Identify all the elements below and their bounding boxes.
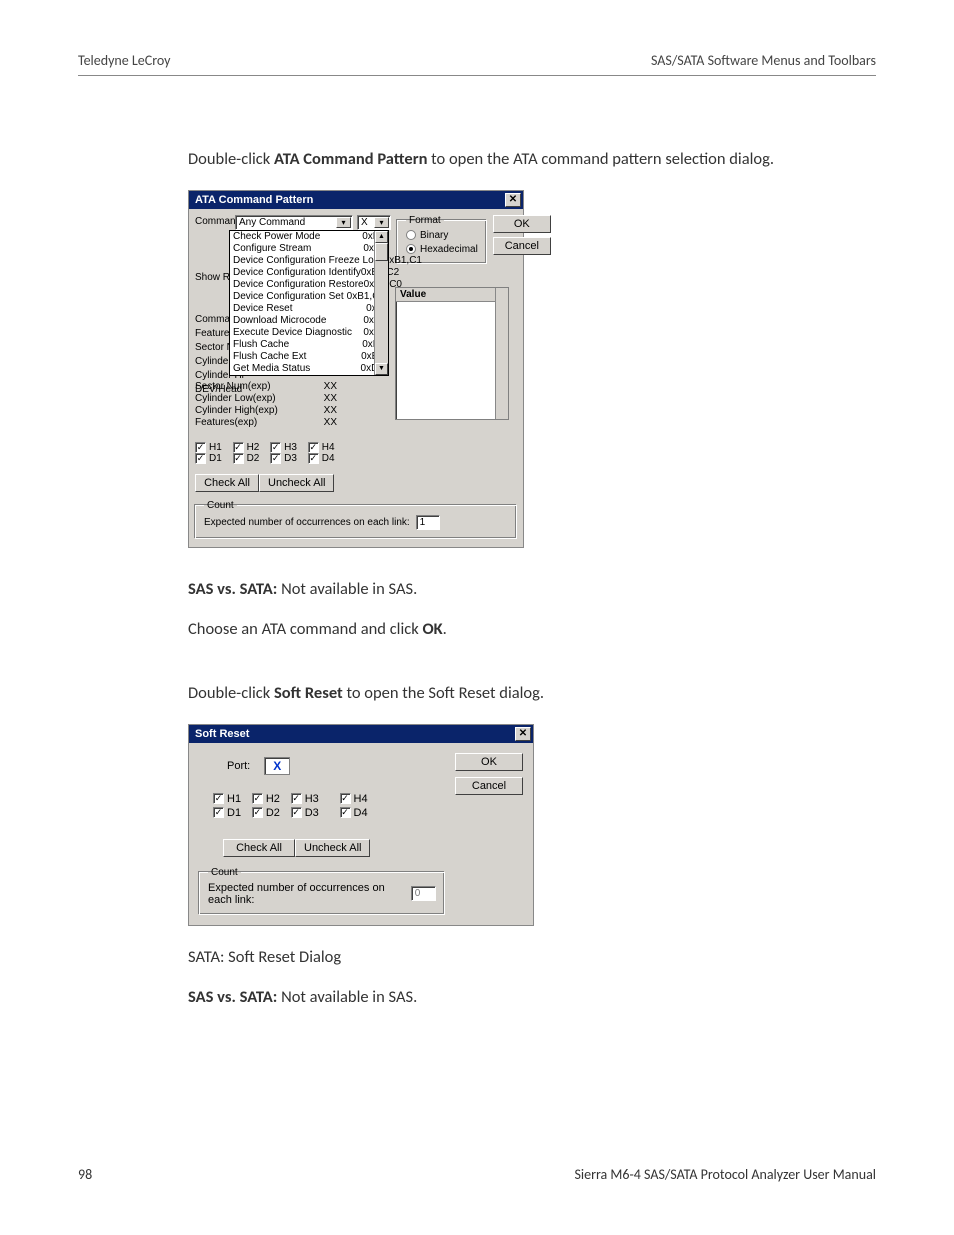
- text: Double-click: [188, 683, 274, 703]
- checkbox-h1[interactable]: ✓H1: [195, 442, 222, 453]
- format-binary-radio[interactable]: Binary: [406, 230, 448, 241]
- check-all-button[interactable]: Check All: [195, 474, 259, 492]
- count-input[interactable]: 0: [411, 886, 436, 901]
- count-label: Expected number of occurrences on each l…: [208, 882, 403, 906]
- dialog-title: Soft Reset: [195, 728, 249, 740]
- sas-note-2: SAS vs. SATA: Not available in SAS.: [188, 986, 876, 1010]
- count-input[interactable]: 1: [416, 515, 440, 530]
- value-header: Value: [396, 288, 508, 302]
- choose-paragraph: Choose an ATA command and click OK.: [188, 618, 876, 642]
- text-bold: SAS vs. SATA:: [188, 579, 277, 599]
- ata-port-checkboxes: ✓H1 ✓H2 ✓H3 ✓H4 ✓D1 ✓D2 ✓D3 ✓D4: [195, 442, 517, 464]
- command-code-combo[interactable]: X: [357, 215, 391, 230]
- text: to open the ATA command pattern selectio…: [427, 149, 774, 169]
- count-legend: Count: [204, 500, 237, 511]
- dialog-titlebar[interactable]: Soft Reset ✕: [189, 725, 533, 743]
- header-left: Teledyne LeCroy: [78, 52, 171, 69]
- checkbox-h1[interactable]: ✓H1: [213, 793, 241, 805]
- soft-intro-paragraph: Double-click Soft Reset to open the Soft…: [188, 682, 876, 706]
- checkbox-d4[interactable]: ✓D4: [340, 807, 368, 819]
- page-number: 98: [78, 1166, 92, 1183]
- checkbox-h2[interactable]: ✓H2: [252, 793, 280, 805]
- dialog-titlebar[interactable]: ATA Command Pattern ✕: [189, 191, 523, 209]
- text: Choose an ATA command and click: [188, 619, 422, 639]
- text-bold: Soft Reset: [274, 683, 343, 703]
- page-content: Double-click ATA Command Pattern to open…: [78, 148, 876, 1010]
- count-label: Expected number of occurrences on each l…: [204, 517, 410, 528]
- text: .: [443, 619, 447, 639]
- ok-button[interactable]: OK: [493, 215, 551, 233]
- text: Double-click: [188, 149, 274, 169]
- check-all-button[interactable]: Check All: [223, 839, 295, 857]
- soft-caption: SATA: Soft Reset Dialog: [188, 946, 876, 970]
- text: Not available in SAS.: [277, 579, 417, 599]
- checkbox-d2[interactable]: ✓D2: [252, 807, 280, 819]
- checkbox-d3[interactable]: ✓D3: [291, 807, 319, 819]
- format-hex-radio[interactable]: Hexadecimal: [406, 244, 478, 255]
- command-value: Any Command: [239, 217, 305, 228]
- dialog-title: ATA Command Pattern: [195, 194, 313, 206]
- page-header: Teledyne LeCroy SAS/SATA Software Menus …: [78, 52, 876, 76]
- uncheck-all-button[interactable]: Uncheck All: [259, 474, 334, 492]
- checkbox-h4[interactable]: ✓H4: [340, 793, 368, 805]
- checkbox-h3[interactable]: ✓H3: [270, 442, 297, 453]
- command-dropdown-list[interactable]: Check Power Mode0xE5 Configure Stream0x5…: [229, 230, 389, 376]
- checkbox-h2[interactable]: ✓H2: [233, 442, 260, 453]
- intro-paragraph: Double-click ATA Command Pattern to open…: [188, 148, 876, 172]
- text-bold: OK: [422, 619, 442, 639]
- checkbox-d1[interactable]: ✓D1: [195, 453, 222, 464]
- close-icon[interactable]: ✕: [515, 727, 531, 741]
- soft-port-checkboxes: ✓H1 ✓H2 ✓H3 ✓H4 ✓D1 ✓D2 ✓D3 ✓D4: [199, 785, 445, 831]
- format-legend: Format: [406, 215, 444, 226]
- value-scrollbar[interactable]: [495, 288, 508, 419]
- ata-command-pattern-dialog: ATA Command Pattern ✕ Command: Show R Co…: [188, 190, 524, 548]
- text: Not available in SAS.: [277, 987, 417, 1007]
- checkbox-d2[interactable]: ✓D2: [233, 453, 260, 464]
- text-bold: ATA Command Pattern: [274, 149, 427, 169]
- header-right: SAS/SATA Software Menus and Toolbars: [651, 52, 876, 69]
- checkbox-h3[interactable]: ✓H3: [291, 793, 319, 805]
- count-group: Count Expected number of occurrences on …: [199, 867, 445, 915]
- command-combo[interactable]: Any Command: [235, 215, 353, 230]
- page-footer: 98 Sierra M6-4 SAS/SATA Protocol Analyze…: [78, 1166, 876, 1183]
- checkbox-h4[interactable]: ✓H4: [308, 442, 335, 453]
- checkbox-d3[interactable]: ✓D3: [270, 453, 297, 464]
- text: to open the Soft Reset dialog.: [343, 683, 544, 703]
- ok-button[interactable]: OK: [455, 753, 523, 771]
- checkbox-d1[interactable]: ✓D1: [213, 807, 241, 819]
- cancel-button[interactable]: Cancel: [493, 237, 551, 255]
- count-group: Count Expected number of occurrences on …: [195, 500, 517, 539]
- cancel-button[interactable]: Cancel: [455, 777, 523, 795]
- sas-note: SAS vs. SATA: Not available in SAS.: [188, 578, 876, 602]
- close-icon[interactable]: ✕: [505, 193, 521, 207]
- text-bold: SAS vs. SATA:: [188, 987, 277, 1007]
- port-label: Port:: [227, 760, 250, 772]
- soft-reset-dialog: Soft Reset ✕ Port: X ✓H1 ✓H2 ✓H3 ✓H4: [188, 724, 534, 926]
- count-legend: Count: [208, 867, 241, 878]
- port-input[interactable]: X: [264, 757, 290, 775]
- dropdown-scrollbar[interactable]: ▲ ▼: [374, 231, 388, 375]
- manual-title: Sierra M6-4 SAS/SATA Protocol Analyzer U…: [574, 1166, 876, 1183]
- value-listbox[interactable]: Value: [395, 287, 509, 420]
- uncheck-all-button[interactable]: Uncheck All: [295, 839, 370, 857]
- command-code: X: [361, 217, 368, 228]
- checkbox-d4[interactable]: ✓D4: [308, 453, 335, 464]
